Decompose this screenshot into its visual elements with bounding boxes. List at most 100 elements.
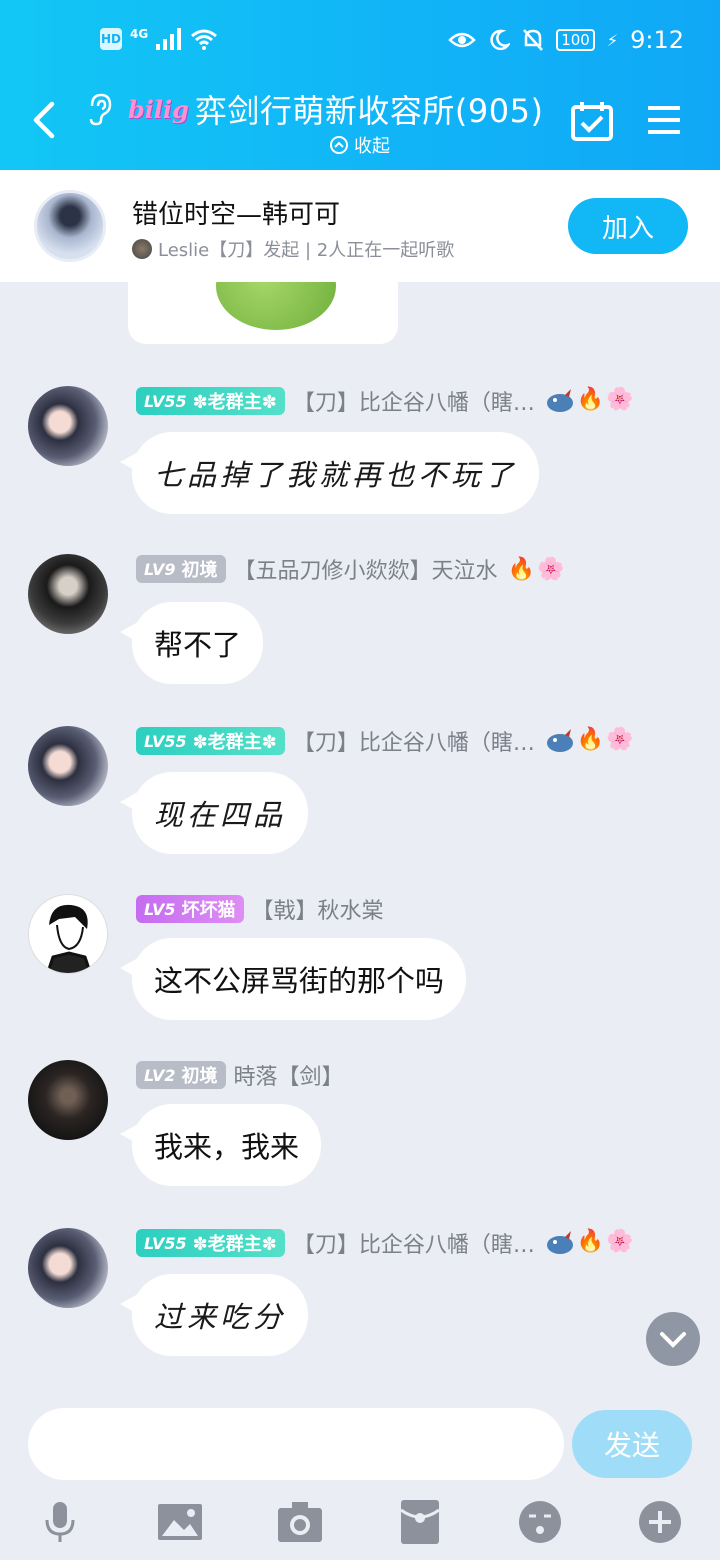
sender-name[interactable]: 【刀】比企谷八幡（瞎…	[293, 725, 535, 757]
song-title: 错位时空—韩可可	[132, 200, 341, 230]
bilibili-logo: bilig	[128, 94, 189, 124]
level-label: LV55	[144, 731, 187, 751]
message-bubble[interactable]: 帮不了	[119, 602, 264, 684]
collapse-toggle[interactable]: 收起	[330, 132, 390, 158]
avatar[interactable]	[28, 554, 108, 634]
scroll-to-bottom-button[interactable]	[646, 1312, 700, 1366]
flower-badge-icon: 🌸	[606, 387, 634, 412]
message-input[interactable]	[28, 1408, 564, 1480]
badge-group: 🔥 🌸	[545, 727, 634, 755]
message-meta: LV2 初境 時落【剑】	[136, 1060, 344, 1090]
join-button[interactable]: 加入	[568, 198, 688, 254]
flower-badge-icon: 🌸	[606, 1229, 634, 1254]
battery-level: 100	[556, 29, 595, 51]
hd-badge: HD	[100, 28, 122, 50]
send-button[interactable]: 发送	[572, 1410, 692, 1478]
sender-name[interactable]: 時落【剑】	[234, 1059, 344, 1091]
message-bubble[interactable]: 这不公屏骂街的那个吗	[119, 938, 467, 1020]
camera-icon[interactable]	[276, 1498, 324, 1546]
calendar-check-icon[interactable]	[570, 100, 614, 142]
message-meta: LV55 ✽老群主✽ 【刀】比企谷八幡（瞎… 🔥 🌸	[136, 1228, 634, 1258]
image-message[interactable]	[128, 282, 398, 344]
collapse-label: 收起	[354, 136, 390, 157]
message-bubble[interactable]: 我来，我来	[119, 1104, 322, 1186]
avatar[interactable]	[28, 1060, 108, 1140]
dragon-badge-icon	[546, 389, 573, 412]
dragon-badge-icon	[546, 729, 573, 752]
plus-icon[interactable]	[636, 1498, 684, 1546]
avatar[interactable]	[28, 894, 108, 974]
menu-icon[interactable]	[646, 104, 682, 136]
message-meta: LV55 ✽老群主✽ 【刀】比企谷八幡（瞎… 🔥 🌸	[136, 726, 634, 756]
song-cover	[34, 190, 106, 262]
song-subtitle-row: Leslie【刀】发起 | 2人正在一起听歌	[132, 236, 454, 262]
ear-icon[interactable]	[84, 92, 114, 126]
badge-group: 🔥 🌸	[545, 1229, 634, 1257]
back-icon[interactable]	[28, 100, 60, 140]
song-subtitle: Leslie【刀】发起 | 2人正在一起听歌	[158, 240, 455, 261]
eye-icon	[448, 32, 476, 48]
mic-icon[interactable]	[36, 1498, 84, 1546]
flower-badge-icon: 🌸	[606, 727, 634, 752]
level-label: LV55	[144, 391, 187, 411]
level-badge: LV55 ✽老群主✽	[136, 727, 285, 755]
level-badge: LV5 坏坏猫	[136, 895, 244, 923]
mute-bell-icon	[523, 29, 544, 51]
member-title: ✽老群主✽	[192, 392, 277, 413]
sender-name[interactable]: 【五品刀修小欻欻】天泣水	[234, 553, 498, 585]
moon-icon	[490, 29, 511, 51]
level-label: LV5	[144, 899, 176, 919]
input-bar: 发送	[0, 1392, 720, 1560]
message-meta: LV9 初境 【五品刀修小欻欻】天泣水 🔥 🌸	[136, 554, 564, 584]
sender-name[interactable]: 【刀】比企谷八幡（瞎…	[293, 1227, 535, 1259]
level-badge: LV2 初境	[136, 1061, 226, 1089]
avatar[interactable]	[28, 386, 108, 466]
avatar[interactable]	[28, 726, 108, 806]
fire-badge-icon: 🔥	[576, 1229, 605, 1254]
fire-badge-icon: 🔥	[507, 556, 535, 582]
frog-sticker	[216, 282, 336, 330]
group-title: 弈剑行萌新收容所(905)	[194, 92, 544, 130]
charging-icon: ⚡	[606, 30, 619, 50]
message-meta: LV5 坏坏猫 【戟】秋水棠	[136, 894, 384, 924]
message-bubble[interactable]: 现在四品	[119, 772, 309, 854]
level-badge: LV55 ✽老群主✽	[136, 387, 285, 415]
level-label: LV2	[144, 1065, 176, 1085]
chevron-down-icon	[660, 1332, 686, 1348]
level-badge: LV9 初境	[136, 555, 226, 583]
status-right: 100 ⚡ 9:12	[448, 26, 684, 54]
fire-badge-icon: 🔥	[576, 387, 605, 412]
badge-group: 🔥 🌸	[508, 557, 565, 582]
status-bar: HD 4G 100 ⚡ 9:12	[0, 0, 720, 84]
message-meta: LV55 ✽老群主✽ 【刀】比企谷八幡（瞎… 🔥 🌸	[136, 386, 634, 416]
listen-together-banner[interactable]: 错位时空—韩可可 Leslie【刀】发起 | 2人正在一起听歌 加入	[0, 170, 720, 282]
red-packet-icon[interactable]	[396, 1498, 444, 1546]
message-bubble[interactable]: 过来吃分	[119, 1274, 309, 1356]
badge-group: 🔥 🌸	[545, 387, 634, 415]
avatar[interactable]	[28, 1228, 108, 1308]
sender-name[interactable]: 【刀】比企谷八幡（瞎…	[293, 385, 535, 417]
status-left: HD 4G	[100, 27, 218, 50]
member-title: 初境	[181, 560, 218, 581]
clock: 9:12	[630, 26, 684, 54]
flower-badge-icon: 🌸	[536, 556, 565, 582]
member-title: 坏坏猫	[181, 900, 236, 921]
host-avatar	[132, 239, 152, 259]
member-title: 初境	[181, 1066, 218, 1087]
level-label: LV9	[144, 559, 176, 579]
emoji-icon[interactable]	[516, 1498, 564, 1546]
signal-icon	[156, 28, 182, 50]
group-title-row[interactable]: bilig 弈剑行萌新收容所(905)	[128, 86, 543, 132]
level-label: LV55	[144, 1233, 187, 1253]
sketch-portrait-icon	[46, 904, 92, 973]
level-badge: LV55 ✽老群主✽	[136, 1229, 285, 1257]
image-icon[interactable]	[156, 1498, 204, 1546]
dragon-badge-icon	[546, 1231, 573, 1254]
chat-header: HD 4G 100 ⚡ 9:12 bilig 弈剑行萌新收容所(905) 收起	[0, 0, 720, 170]
input-toolbar	[0, 1498, 720, 1546]
fire-badge-icon: 🔥	[576, 727, 605, 752]
message-list[interactable]: LV55 ✽老群主✽ 【刀】比企谷八幡（瞎… 🔥 🌸 七品掉了我就再也不玩了 LV…	[0, 282, 720, 1392]
message-bubble[interactable]: 七品掉了我就再也不玩了	[119, 432, 540, 514]
collapse-chevron-icon	[330, 136, 348, 154]
sender-name[interactable]: 【戟】秋水棠	[252, 893, 384, 925]
